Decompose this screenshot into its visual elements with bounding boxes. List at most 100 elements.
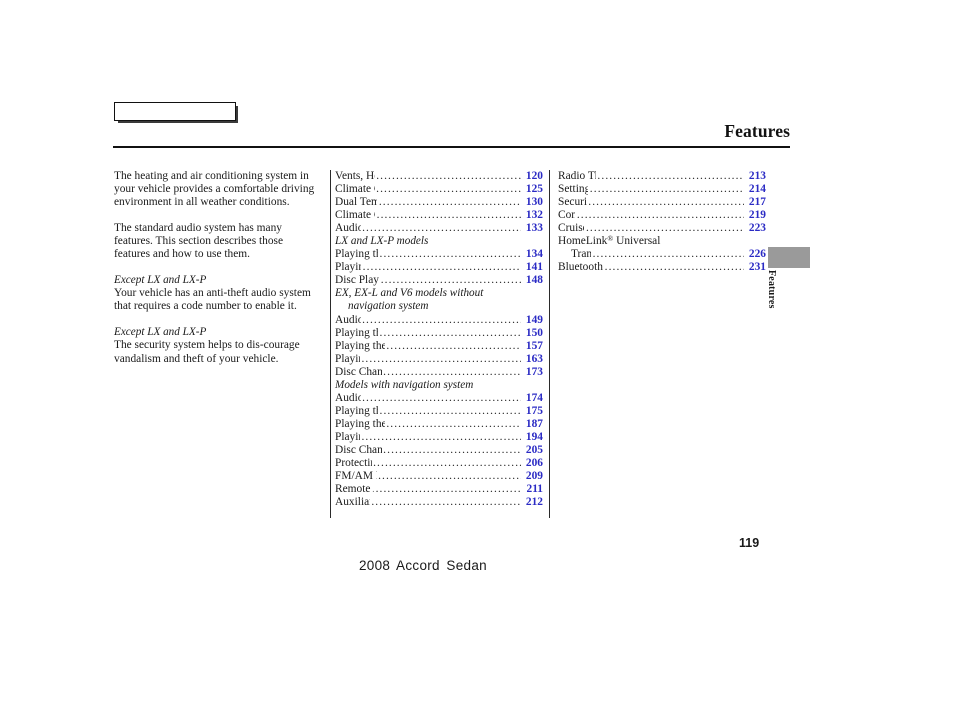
toc-entry[interactable]: Audio System 133 (335, 222, 543, 235)
toc-entry[interactable]: Playing the XM® Satellite Radio 187 (335, 418, 543, 431)
toc-entry[interactable]: Bluetooth® HandsFreeLink® 231 (558, 261, 766, 274)
toc-entry-page-number[interactable]: 209 (522, 470, 543, 483)
toc-leader-dots (362, 392, 521, 405)
toc-leader-dots (376, 483, 521, 496)
toc-entry-label: Audio System (335, 313, 361, 326)
toc-entry[interactable]: Protecting Your Discs 206 (335, 457, 543, 470)
toc-entry[interactable]: Climate Control System 125 (335, 183, 543, 196)
toc-leader-dots (386, 418, 521, 431)
header-placeholder-box (114, 102, 236, 121)
toc-entry-page-number[interactable]: 132 (522, 209, 543, 222)
toc-entry[interactable]: Setting the Clock 214 (558, 183, 766, 196)
toc-entry-label: Compass (558, 209, 575, 222)
intro-section-heading: Except LX and LX-P (114, 326, 207, 339)
toc-entry-label: Disc Changer Error Messages (335, 365, 382, 378)
toc-entry[interactable]: Cruise Control 223 (558, 222, 766, 235)
toc-entry-page-number[interactable]: 226 (745, 248, 766, 261)
toc-entry[interactable]: Audio System 149 (335, 314, 543, 327)
toc-entry-page-number[interactable]: 214 (745, 183, 766, 196)
toc-entry-page-number[interactable]: 219 (745, 209, 766, 222)
toc-leader-dots (383, 444, 521, 457)
toc-leader-dots (383, 366, 521, 379)
intro-section-body: The security system helps to dis-courage… (114, 339, 300, 365)
toc-entry-page-number[interactable]: 213 (745, 170, 766, 183)
toc-entry-page-number[interactable]: 212 (522, 496, 543, 509)
toc-entry-page-number[interactable]: 205 (522, 444, 543, 457)
page-number: 119 (739, 536, 760, 550)
toc-entry-page-number[interactable]: 175 (522, 405, 543, 418)
toc-entry-page-number[interactable]: 130 (522, 196, 543, 209)
toc-entry-label: Playing the FM/AM Radio (335, 326, 378, 339)
toc-entry[interactable]: FM/AM Radio Reception 209 (335, 470, 543, 483)
toc-entry[interactable]: Disc Changer Error Messages 173 (335, 366, 543, 379)
toc-entry[interactable]: Playing the XM® Satellite Radio 157 (335, 340, 543, 353)
toc-entry-page-number[interactable]: 174 (522, 392, 543, 405)
toc-entry-label: Playing the XM® Satellite Radio (335, 417, 385, 430)
toc-entry[interactable]: Remote Audio Controls 211 (335, 483, 543, 496)
toc-entry-label: Playing the FM/AM Radio (335, 404, 378, 417)
toc-entry-page-number[interactable]: 149 (522, 314, 543, 327)
toc-entry-page-number[interactable]: 133 (522, 222, 543, 235)
toc-leader-dots (378, 470, 521, 483)
toc-entry-page-number[interactable]: 157 (522, 340, 543, 353)
toc-entry-page-number[interactable]: 125 (522, 183, 543, 196)
toc-group-heading: LX and LX-P models (335, 235, 429, 248)
toc-entry[interactable]: Audio System 174 (335, 392, 543, 405)
toc-entry-label: Playing the FM/AM Radio (335, 248, 378, 261)
toc-entry[interactable]: Playing Discs 194 (335, 431, 543, 444)
toc-entry-page-number[interactable]: 173 (522, 366, 543, 379)
toc-entry[interactable]: Transceiver 226 (558, 248, 766, 261)
toc-entry[interactable]: Radio Theft Protection 213 (558, 170, 766, 183)
toc-entry-page-number[interactable]: 134 (522, 248, 543, 261)
toc-entry[interactable]: Compass 219 (558, 209, 766, 222)
toc-column-middle: Vents, Heating, and A/C120Climate Contro… (335, 170, 543, 509)
toc-entry[interactable]: Playing a Disc 141 (335, 261, 543, 274)
toc-entry-label: Playing the XM® Satellite Radio (335, 339, 385, 352)
toc-entry-page-number[interactable]: 163 (522, 353, 543, 366)
toc-entry-label: Disc Player Error Messages (335, 274, 379, 287)
section-thumb-tab-label: Features (766, 270, 777, 309)
toc-leader-dots (593, 248, 744, 261)
toc-entry[interactable]: Climate Control Sensors 132 (335, 209, 543, 222)
column-divider-left (330, 170, 332, 518)
toc-entry[interactable]: Playing the FM/AM Radio 134 (335, 248, 543, 261)
toc-leader-dots (377, 209, 521, 222)
toc-leader-dots (376, 183, 521, 196)
toc-entry[interactable]: Playing the FM/AM Radio 150 (335, 327, 543, 340)
toc-leader-dots (605, 261, 744, 274)
toc-entry[interactable]: Vents, Heating, and A/C 120 (335, 170, 543, 183)
toc-entry-label: Remote Audio Controls (335, 483, 374, 496)
toc-entry-page-number[interactable]: 217 (745, 196, 766, 209)
toc-entry-label: Climate Control Sensors (335, 209, 375, 222)
toc-entry-page-number[interactable]: 120 (522, 170, 543, 183)
toc-entry-page-number[interactable]: 223 (745, 222, 766, 235)
toc-entry-page-number[interactable]: 141 (522, 261, 543, 274)
toc-entry[interactable]: Disc Player Error Messages 148 (335, 274, 543, 287)
toc-entry[interactable]: Disc Changer Error Messages 205 (335, 444, 543, 457)
toc-entry-page-number[interactable]: 211 (522, 483, 543, 496)
intro-section-heading: Except LX and LX-P (114, 274, 207, 287)
toc-entry-page-number[interactable]: 194 (522, 431, 543, 444)
toc-entry-label: Protecting Your Discs (335, 457, 372, 470)
toc-entry[interactable]: Auxiliary Input Jack 212 (335, 496, 543, 509)
footer-model-title: 2008 Accord Sedan (359, 558, 487, 573)
toc-leader-dots (380, 405, 521, 418)
toc-leader-dots (361, 353, 521, 366)
toc-entry-page-number[interactable]: 206 (522, 457, 543, 470)
toc-leader-dots (381, 274, 521, 287)
toc-entry-first-line: HomeLink® Universal (558, 233, 661, 248)
manual-page: Features The heating and air conditionin… (0, 0, 954, 710)
toc-entry-page-number[interactable]: 187 (522, 418, 543, 431)
header-divider-rule (113, 146, 790, 148)
toc-entry-page-number[interactable]: 148 (522, 274, 543, 287)
toc-entry[interactable]: Playing Discs 163 (335, 353, 543, 366)
toc-leader-dots (588, 196, 744, 209)
toc-entry[interactable]: Security System 217 (558, 196, 766, 209)
toc-entry-page-number[interactable]: 231 (745, 261, 766, 274)
toc-entry[interactable]: Dual Temperature Control 130 (335, 196, 543, 209)
toc-entry-page-number[interactable]: 150 (522, 327, 543, 340)
toc-group-heading: navigation system (348, 300, 429, 313)
toc-entry[interactable]: Playing the FM/AM Radio 175 (335, 405, 543, 418)
toc-leader-dots (380, 327, 521, 340)
toc-entry-label: Climate Control System (335, 183, 375, 196)
